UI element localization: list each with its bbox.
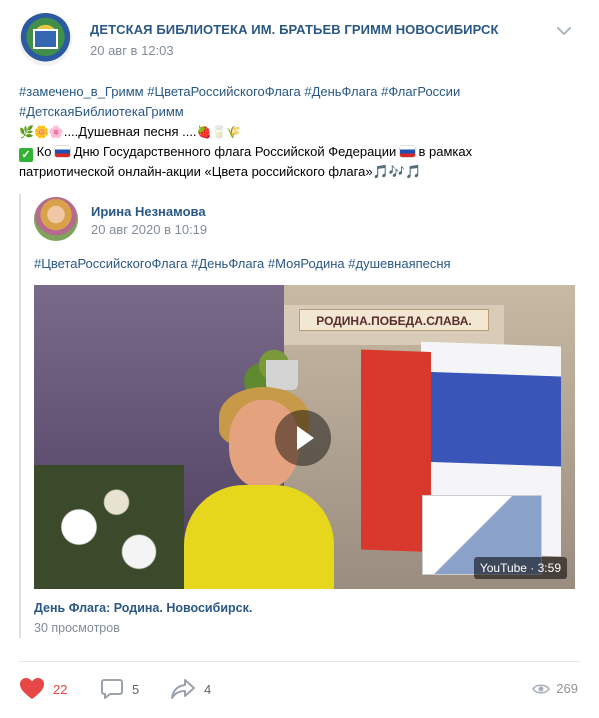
chevron-down-icon[interactable] xyxy=(556,25,572,37)
share-icon xyxy=(171,679,195,699)
views-count: 269 xyxy=(556,681,578,696)
comment-icon xyxy=(101,679,123,699)
post-text-span: Дню Государственного флага Российской Фе… xyxy=(73,144,397,159)
post-text-span: в рамках xyxy=(418,144,473,159)
post-text: #замечено_в_Гримм #ЦветаРоссийскогоФлага… xyxy=(19,82,579,182)
post-text-span: патриотической онлайн-акции «Цвета росси… xyxy=(19,164,373,179)
share-button[interactable]: 4 xyxy=(170,674,211,704)
video-banner-text: РОДИНА.ПОБЕДА.СЛАВА. xyxy=(299,309,489,331)
post-date[interactable]: 20 авг в 12:03 xyxy=(90,43,174,58)
emoji-group: 🌿🌼🌸 xyxy=(19,125,64,139)
group-name-link[interactable]: ДЕТСКАЯ БИБЛИОТЕКА ИМ. БРАТЬЕВ ГРИММ НОВ… xyxy=(90,22,499,37)
russian-flag-icon xyxy=(399,146,415,157)
play-icon[interactable] xyxy=(275,410,331,466)
video-player[interactable]: РОДИНА.ПОБЕДА.СЛАВА. YouTube · 3:59 xyxy=(34,285,575,589)
video-duration-badge: YouTube · 3:59 xyxy=(473,557,567,579)
repost-date[interactable]: 20 авг 2020 в 10:19 xyxy=(91,222,207,237)
like-count: 22 xyxy=(53,681,68,697)
video-title-link[interactable]: День Флага: Родина. Новосибирск. xyxy=(34,601,252,615)
post-hashtags-line[interactable]: #ДетскаяБиблиотекаГримм xyxy=(19,102,579,122)
post-text-line: ✓ Ко Дню Государственного флага Российск… xyxy=(19,142,579,162)
like-button[interactable]: 22 xyxy=(19,674,67,704)
post-text-span: Ко xyxy=(36,144,52,159)
emoji-group: 🍓🥛🌾 xyxy=(196,125,242,139)
music-notes-icon: 🎵🎶🎵 xyxy=(372,164,422,179)
group-avatar[interactable] xyxy=(19,13,72,66)
post-text-span: ....Душевная песня .... xyxy=(63,124,197,139)
russian-flag-icon xyxy=(55,146,71,157)
eye-icon xyxy=(532,684,551,693)
post-text-line: патриотической онлайн-акции «Цвета росси… xyxy=(19,162,579,182)
check-mark-icon: ✓ xyxy=(19,148,33,162)
repost-hashtags[interactable]: #ЦветаРоссийскогоФлага #ДеньФлага #МояРо… xyxy=(34,256,451,271)
comment-button[interactable]: 5 xyxy=(100,674,139,704)
heart-icon xyxy=(20,678,44,699)
wall-post: ДЕТСКАЯ БИБЛИОТЕКА ИМ. БРАТЬЕВ ГРИММ НОВ… xyxy=(0,0,599,718)
divider xyxy=(19,661,580,662)
comment-count: 5 xyxy=(132,681,140,697)
post-text-line: 🌿🌼🌸....Душевная песня ....🍓🥛🌾 xyxy=(19,122,579,142)
views-counter: 269 xyxy=(532,681,578,696)
repost-author-name[interactable]: Ирина Незнамова xyxy=(91,204,206,219)
repost-indicator-bar xyxy=(19,194,21,638)
video-views: 30 просмотров xyxy=(34,621,120,635)
repost-author-avatar[interactable] xyxy=(34,197,78,241)
post-hashtags-line[interactable]: #замечено_в_Гримм #ЦветаРоссийскогоФлага… xyxy=(19,82,579,102)
share-count: 4 xyxy=(204,681,212,697)
